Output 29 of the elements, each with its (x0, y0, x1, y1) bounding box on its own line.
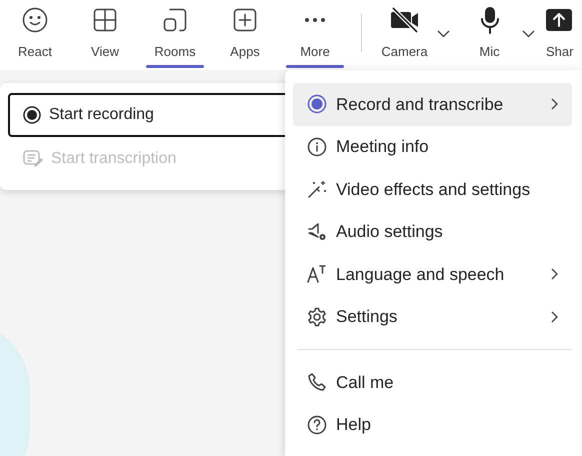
phone-icon (307, 372, 327, 392)
rooms-icon (163, 8, 187, 32)
gear-icon (307, 306, 327, 327)
menu-item[interactable]: Record and transcribe (293, 83, 572, 126)
speaker-gear-icon (307, 222, 327, 242)
toolbar-button[interactable]: React (0, 0, 70, 70)
chevron-down-icon (522, 30, 535, 38)
camera-off-icon (390, 7, 418, 33)
more-icon (304, 17, 326, 23)
toolbar-button[interactable]: More (280, 0, 350, 70)
toolbar-button[interactable]: Apps (210, 0, 280, 70)
share-icon (546, 9, 572, 31)
microphone-icon (480, 6, 500, 34)
plus-square-icon (233, 8, 257, 32)
info-icon (307, 136, 327, 157)
toolbar-button[interactable]: Rooms (140, 0, 210, 70)
chevron-down-icon (437, 30, 450, 38)
transcript-icon (23, 150, 43, 168)
magic-wand-icon (307, 179, 327, 200)
record-icon (307, 94, 327, 114)
toolbar-button[interactable]: Camera (373, 0, 458, 70)
help-icon (307, 414, 327, 435)
grid-icon (93, 8, 117, 32)
smile-icon (22, 7, 48, 33)
language-icon (307, 264, 327, 284)
toolbar-button[interactable]: Mic (458, 0, 543, 70)
record-icon (23, 106, 41, 124)
toolbar-button[interactable]: Shar (543, 0, 577, 70)
toolbar-button[interactable]: View (70, 0, 140, 70)
